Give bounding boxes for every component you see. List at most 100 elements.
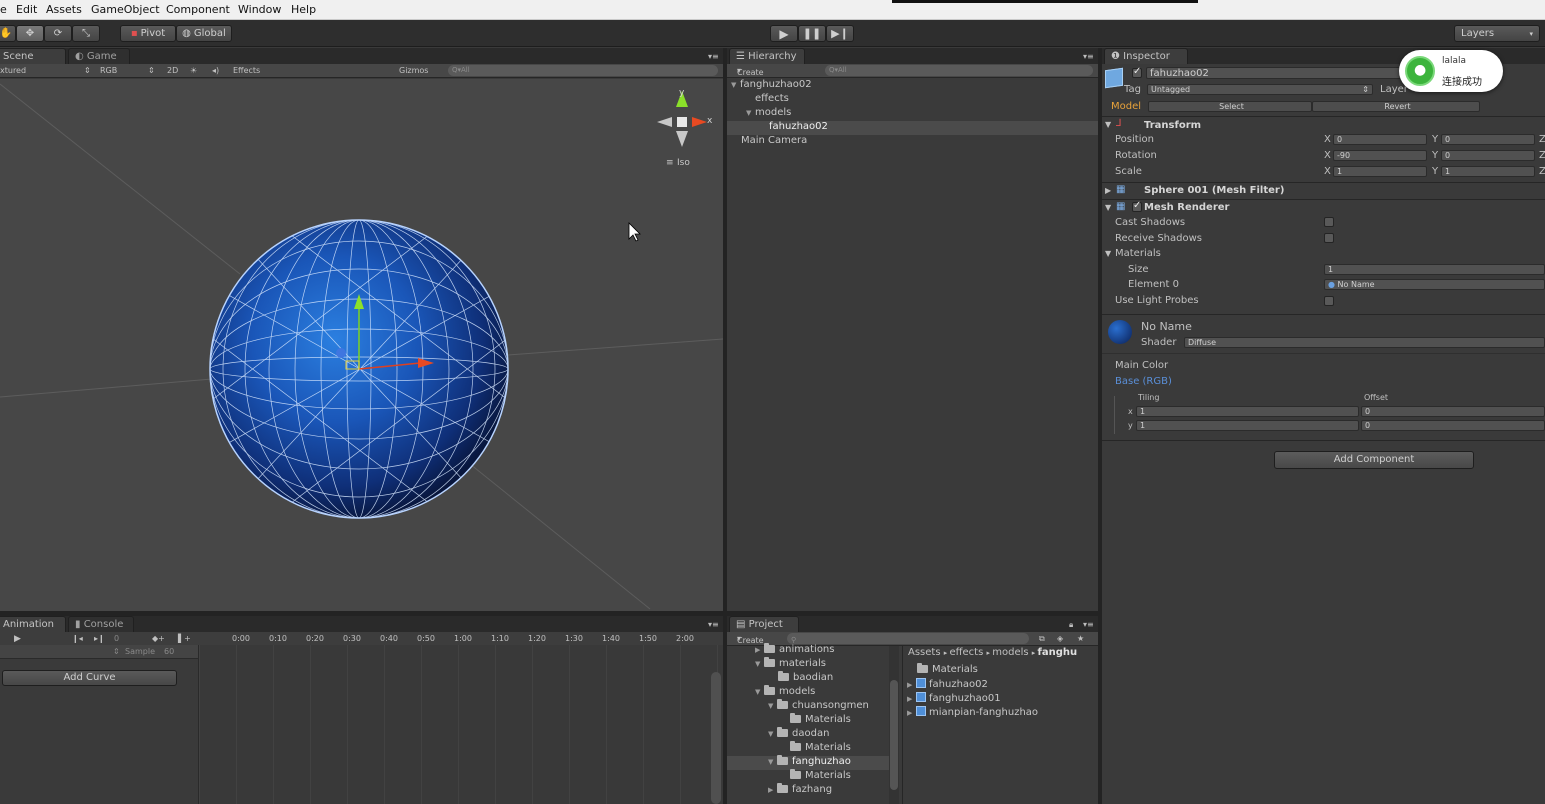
iso-label[interactable]: Iso <box>677 158 690 168</box>
asset-item[interactable]: ▶ fanghuzhao01 <box>907 692 1001 706</box>
add-event-icon[interactable]: ▌+ <box>178 634 191 643</box>
expand-arrow-icon[interactable]: ▶ <box>1105 186 1111 195</box>
collapse-arrow-icon[interactable]: ▼ <box>1105 203 1111 212</box>
asset-item[interactable]: ▶ mianpian-fanghuzhao <box>907 706 1038 720</box>
pause-button[interactable]: ❚❚ <box>798 25 826 42</box>
project-search-input[interactable]: ⚲ <box>787 633 1029 644</box>
menu-item-window[interactable]: Window <box>238 3 281 16</box>
step-button[interactable]: ▶❙ <box>826 25 854 42</box>
asset-item[interactable]: ▶ fahuzhao02 <box>907 678 988 692</box>
play-button[interactable]: ▶ <box>770 25 798 42</box>
folder-tree-item[interactable]: ▼ daodan <box>727 727 889 742</box>
notification-toast[interactable]: ● lalala 连接成功 <box>1399 50 1503 92</box>
position-x-field[interactable]: 0 <box>1333 134 1427 145</box>
move-tool-button[interactable]: ✥ <box>16 25 44 42</box>
menu-item-gameobject[interactable]: GameObject <box>91 3 160 16</box>
timeline-ruler[interactable]: 0:00 0:10 0:20 0:30 0:40 0:50 1:00 1:10 … <box>232 632 723 645</box>
lock-icon[interactable]: 🔒︎ <box>1069 620 1073 630</box>
use-light-probes-checkbox[interactable] <box>1324 296 1334 306</box>
breadcrumb-item[interactable]: effects <box>949 647 983 658</box>
pivot-toggle[interactable]: ▪ Pivot <box>120 25 176 42</box>
filter-label-icon[interactable]: ◈ <box>1057 634 1063 643</box>
folder-tree-item[interactable]: ▶ animations <box>727 643 889 658</box>
audio-toggle-icon[interactable]: ◂) <box>212 66 219 75</box>
rotation-x-field[interactable]: -90 <box>1333 150 1427 161</box>
hierarchy-search-input[interactable]: Q▾All <box>825 65 1093 76</box>
folder-tree-item[interactable]: Materials <box>727 713 889 728</box>
menu-item-file[interactable]: e <box>0 3 7 16</box>
offset-x-field[interactable]: 0 <box>1361 406 1545 417</box>
position-y-field[interactable]: 0 <box>1441 134 1535 145</box>
menu-item-component[interactable]: Component <box>166 3 230 16</box>
tab-project[interactable]: ▤ Project <box>729 616 799 632</box>
scale-x-field[interactable]: 1 <box>1333 166 1427 177</box>
expand-arrow-icon[interactable]: ▼ <box>746 109 755 117</box>
global-toggle[interactable]: ◍ Global <box>176 25 232 42</box>
asset-item[interactable]: Materials <box>917 663 978 678</box>
mode-2d-toggle[interactable]: 2D <box>167 66 178 75</box>
cast-shadows-checkbox[interactable] <box>1324 217 1334 227</box>
prev-key-icon[interactable]: ❙◂ <box>72 634 83 643</box>
hierarchy-item[interactable]: Main Camera <box>727 135 1098 149</box>
tab-game[interactable]: ◐ Game <box>68 48 130 64</box>
hierarchy-create-dropdown[interactable]: Create ▾ <box>737 66 764 77</box>
rotate-tool-button[interactable]: ⟳ <box>44 25 72 42</box>
lighting-toggle-icon[interactable]: ☀ <box>190 66 197 75</box>
animation-play-icon[interactable]: ▶ <box>14 634 21 644</box>
tiling-y-field[interactable]: 1 <box>1136 420 1359 431</box>
folder-tree-item[interactable]: ▼ materials <box>727 657 889 672</box>
folder-tree-item-selected[interactable]: ▼ fanghuzhao <box>727 755 889 770</box>
add-component-button[interactable]: Add Component <box>1274 451 1474 469</box>
scene-search-input[interactable]: Q▾All <box>448 65 718 76</box>
hierarchy-item[interactable]: effects <box>727 93 1098 107</box>
hierarchy-item[interactable]: ▼ models <box>727 107 1098 121</box>
breadcrumb-item[interactable]: models <box>992 647 1028 658</box>
effects-dropdown[interactable]: Effects <box>233 66 260 75</box>
gameobject-active-checkbox[interactable] <box>1132 66 1142 78</box>
sample-field[interactable]: 60 <box>164 647 174 656</box>
scale-y-field[interactable]: 1 <box>1441 166 1535 177</box>
tab-animation[interactable]: Animation <box>0 616 66 632</box>
tab-hierarchy[interactable]: ☰ Hierarchy <box>729 48 805 64</box>
menu-item-help[interactable]: Help <box>291 3 316 16</box>
frame-field[interactable]: 0 <box>114 634 119 643</box>
collapse-arrow-icon[interactable]: ▼ <box>1105 120 1111 129</box>
shader-dropdown[interactable]: Diffuse <box>1184 337 1545 348</box>
favorite-star-icon[interactable]: ★ <box>1077 634 1084 643</box>
render-mode-dropdown[interactable]: RGB <box>100 66 117 75</box>
panel-menu-icon[interactable]: ▾≡ <box>708 52 719 61</box>
breadcrumb-item-current[interactable]: fanghu <box>1038 647 1078 658</box>
orientation-gizmo[interactable] <box>657 91 707 147</box>
select-button[interactable]: Select <box>1148 101 1312 112</box>
horizontal-splitter[interactable] <box>0 611 1098 616</box>
collapse-arrow-icon[interactable]: ▼ <box>1105 249 1111 258</box>
expand-arrow-icon[interactable]: ▼ <box>731 81 740 89</box>
mesh-filter-header[interactable]: Sphere 001 (Mesh Filter) <box>1144 185 1284 196</box>
hand-tool-button[interactable]: ✋ <box>0 25 16 42</box>
base-rgb-label[interactable]: Base (RGB) <box>1115 376 1172 387</box>
revert-button[interactable]: Revert <box>1312 101 1480 112</box>
tab-console[interactable]: ▮ Console <box>68 616 134 632</box>
element-0-field[interactable]: ● No Name <box>1324 279 1545 290</box>
scene-view[interactable]: y x ≡ Iso <box>0 79 723 611</box>
folder-tree-item[interactable]: baodian <box>727 671 889 686</box>
gameobject-name-field[interactable]: fahuzhao02 <box>1146 67 1406 79</box>
panel-menu-icon[interactable]: ▾≡ <box>1083 620 1094 629</box>
add-curve-button[interactable]: Add Curve <box>2 670 177 686</box>
scale-tool-button[interactable]: ⤡ <box>72 25 100 42</box>
materials-size-field[interactable]: 1 <box>1324 264 1545 275</box>
panel-menu-icon[interactable]: ▾≡ <box>1083 52 1094 61</box>
transform-header[interactable]: Transform <box>1144 120 1201 131</box>
offset-y-field[interactable]: 0 <box>1361 420 1545 431</box>
layers-dropdown[interactable]: Layers ▾ <box>1454 25 1540 42</box>
tag-dropdown[interactable]: Untagged ⇕ <box>1147 84 1373 95</box>
mesh-renderer-enabled-checkbox[interactable] <box>1132 200 1142 212</box>
folder-tree-item[interactable]: ▼ chuansongmen <box>727 699 889 714</box>
vertical-splitter[interactable] <box>1098 48 1102 804</box>
folder-tree-item[interactable]: ▶ fazhang <box>727 783 889 798</box>
vertical-splitter[interactable] <box>723 48 727 804</box>
rotation-y-field[interactable]: 0 <box>1441 150 1535 161</box>
folder-tree-scrollbar[interactable] <box>890 680 898 790</box>
gizmos-dropdown[interactable]: Gizmos <box>399 66 428 75</box>
menu-item-assets[interactable]: Assets <box>46 3 82 16</box>
